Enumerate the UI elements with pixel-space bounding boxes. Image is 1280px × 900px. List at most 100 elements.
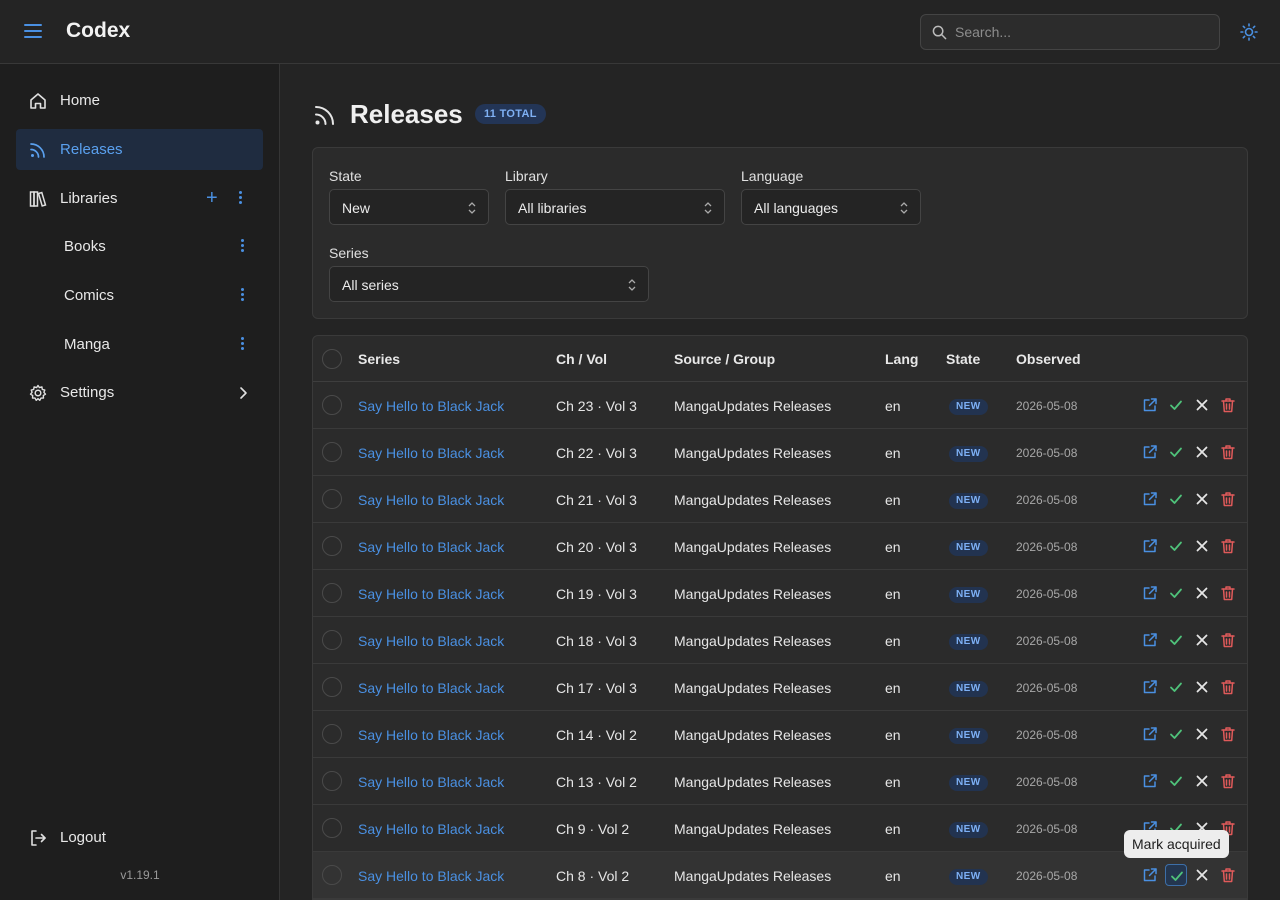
open-link-button[interactable] bbox=[1141, 772, 1159, 790]
delete-button[interactable] bbox=[1219, 584, 1237, 602]
mark-acquired-button[interactable] bbox=[1167, 537, 1185, 555]
table-row[interactable]: Say Hello to Black Jack Ch 21 · Vol 3 Mang… bbox=[313, 476, 1247, 523]
search-input[interactable] bbox=[955, 15, 1213, 49]
delete-button[interactable] bbox=[1219, 772, 1237, 790]
sidebar-item-home[interactable]: Home bbox=[16, 80, 263, 121]
table-row[interactable]: Say Hello to Black Jack Ch 13 · Vol 2 Mang… bbox=[313, 758, 1247, 805]
mark-acquired-button[interactable] bbox=[1167, 443, 1185, 461]
delete-button[interactable] bbox=[1219, 866, 1237, 884]
series-link[interactable]: Say Hello to Black Jack bbox=[358, 445, 504, 461]
open-link-button[interactable] bbox=[1141, 537, 1159, 555]
col-header-source[interactable]: Source / Group bbox=[674, 351, 775, 367]
series-link[interactable]: Say Hello to Black Jack bbox=[358, 492, 504, 508]
row-checkbox[interactable] bbox=[322, 489, 342, 509]
row-checkbox[interactable] bbox=[322, 536, 342, 556]
mark-acquired-button[interactable] bbox=[1167, 396, 1185, 414]
row-checkbox[interactable] bbox=[322, 818, 342, 838]
table-row[interactable]: Say Hello to Black Jack Ch 8 · Vol 2 Manga… bbox=[313, 852, 1247, 899]
dismiss-button[interactable] bbox=[1193, 584, 1211, 602]
select-all-checkbox[interactable] bbox=[322, 349, 342, 369]
table-row[interactable]: Say Hello to Black Jack Ch 18 · Vol 3 Mang… bbox=[313, 617, 1247, 664]
app-title[interactable]: Codex bbox=[66, 19, 130, 43]
dismiss-button[interactable] bbox=[1193, 490, 1211, 508]
table-row[interactable]: Say Hello to Black Jack Ch 17 · Vol 3 Mang… bbox=[313, 664, 1247, 711]
sidebar-item-libraries[interactable]: Libraries bbox=[16, 178, 263, 219]
mark-acquired-button[interactable] bbox=[1167, 490, 1185, 508]
dismiss-button[interactable] bbox=[1193, 443, 1211, 461]
dismiss-button[interactable] bbox=[1193, 537, 1211, 555]
row-checkbox[interactable] bbox=[322, 630, 342, 650]
series-link[interactable]: Say Hello to Black Jack bbox=[358, 398, 504, 414]
delete-button[interactable] bbox=[1219, 631, 1237, 649]
add-library-button[interactable]: + bbox=[206, 188, 218, 208]
logout-button[interactable]: Logout bbox=[16, 817, 263, 858]
manga-menu-kebab-icon[interactable] bbox=[235, 336, 249, 354]
table-row[interactable]: Say Hello to Black Jack Ch 14 · Vol 2 Mang… bbox=[313, 711, 1247, 758]
delete-button[interactable] bbox=[1219, 678, 1237, 696]
row-checkbox[interactable] bbox=[322, 442, 342, 462]
sidebar-item-books[interactable]: Books bbox=[16, 226, 263, 267]
mark-acquired-button[interactable] bbox=[1167, 678, 1185, 696]
mark-acquired-button[interactable] bbox=[1167, 772, 1185, 790]
open-link-button[interactable] bbox=[1141, 866, 1159, 884]
col-header-state[interactable]: State bbox=[946, 351, 980, 367]
open-link-button[interactable] bbox=[1141, 396, 1159, 414]
series-select[interactable]: All series bbox=[329, 266, 649, 302]
row-checkbox[interactable] bbox=[322, 583, 342, 603]
row-checkbox[interactable] bbox=[322, 724, 342, 744]
table-row[interactable]: Say Hello to Black Jack Ch 20 · Vol 3 Mang… bbox=[313, 523, 1247, 570]
mark-acquired-button[interactable] bbox=[1165, 864, 1187, 886]
open-link-button[interactable] bbox=[1141, 443, 1159, 461]
open-link-button[interactable] bbox=[1141, 584, 1159, 602]
libraries-menu-kebab-icon[interactable] bbox=[233, 190, 247, 208]
col-header-observed[interactable]: Observed bbox=[1016, 351, 1081, 367]
series-link[interactable]: Say Hello to Black Jack bbox=[358, 821, 504, 837]
delete-button[interactable] bbox=[1219, 725, 1237, 743]
state-select[interactable]: New bbox=[329, 189, 489, 225]
series-link[interactable]: Say Hello to Black Jack bbox=[358, 586, 504, 602]
sidebar-item-manga[interactable]: Manga bbox=[16, 324, 263, 365]
series-link[interactable]: Say Hello to Black Jack bbox=[358, 774, 504, 790]
comics-menu-kebab-icon[interactable] bbox=[235, 287, 249, 305]
row-checkbox[interactable] bbox=[322, 677, 342, 697]
dismiss-button[interactable] bbox=[1193, 631, 1211, 649]
open-link-button[interactable] bbox=[1141, 631, 1159, 649]
series-link[interactable]: Say Hello to Black Jack bbox=[358, 727, 504, 743]
mark-acquired-button[interactable] bbox=[1167, 584, 1185, 602]
col-header-lang[interactable]: Lang bbox=[885, 351, 918, 367]
books-menu-kebab-icon[interactable] bbox=[235, 238, 249, 256]
delete-button[interactable] bbox=[1219, 490, 1237, 508]
delete-button[interactable] bbox=[1219, 537, 1237, 555]
sidebar-item-comics[interactable]: Comics bbox=[16, 275, 263, 316]
row-checkbox[interactable] bbox=[322, 395, 342, 415]
delete-button[interactable] bbox=[1219, 396, 1237, 414]
col-header-series[interactable]: Series bbox=[358, 351, 400, 367]
table-row[interactable]: Say Hello to Black Jack Ch 23 · Vol 3 Mang… bbox=[313, 382, 1247, 429]
delete-button[interactable] bbox=[1219, 443, 1237, 461]
mark-acquired-button[interactable] bbox=[1167, 725, 1185, 743]
series-link[interactable]: Say Hello to Black Jack bbox=[358, 633, 504, 649]
sidebar-item-releases[interactable]: Releases bbox=[16, 129, 263, 170]
row-checkbox[interactable] bbox=[322, 865, 342, 885]
open-link-button[interactable] bbox=[1141, 678, 1159, 696]
table-row[interactable]: Say Hello to Black Jack Ch 22 · Vol 3 Mang… bbox=[313, 429, 1247, 476]
menu-icon[interactable] bbox=[24, 24, 42, 40]
open-link-button[interactable] bbox=[1141, 725, 1159, 743]
series-link[interactable]: Say Hello to Black Jack bbox=[358, 868, 504, 884]
series-link[interactable]: Say Hello to Black Jack bbox=[358, 680, 504, 696]
col-header-chvol[interactable]: Ch / Vol bbox=[556, 351, 607, 367]
dismiss-button[interactable] bbox=[1193, 725, 1211, 743]
theme-toggle-sun-icon[interactable] bbox=[1240, 23, 1258, 41]
table-row[interactable]: Say Hello to Black Jack Ch 9 · Vol 2 Manga… bbox=[313, 805, 1247, 852]
row-checkbox[interactable] bbox=[322, 771, 342, 791]
dismiss-button[interactable] bbox=[1193, 866, 1211, 884]
dismiss-button[interactable] bbox=[1193, 772, 1211, 790]
table-row[interactable]: Say Hello to Black Jack Ch 19 · Vol 3 Mang… bbox=[313, 570, 1247, 617]
library-select[interactable]: All libraries bbox=[505, 189, 725, 225]
dismiss-button[interactable] bbox=[1193, 396, 1211, 414]
open-link-button[interactable] bbox=[1141, 490, 1159, 508]
search-box[interactable] bbox=[920, 14, 1220, 50]
language-select[interactable]: All languages bbox=[741, 189, 921, 225]
series-link[interactable]: Say Hello to Black Jack bbox=[358, 539, 504, 555]
mark-acquired-button[interactable] bbox=[1167, 631, 1185, 649]
